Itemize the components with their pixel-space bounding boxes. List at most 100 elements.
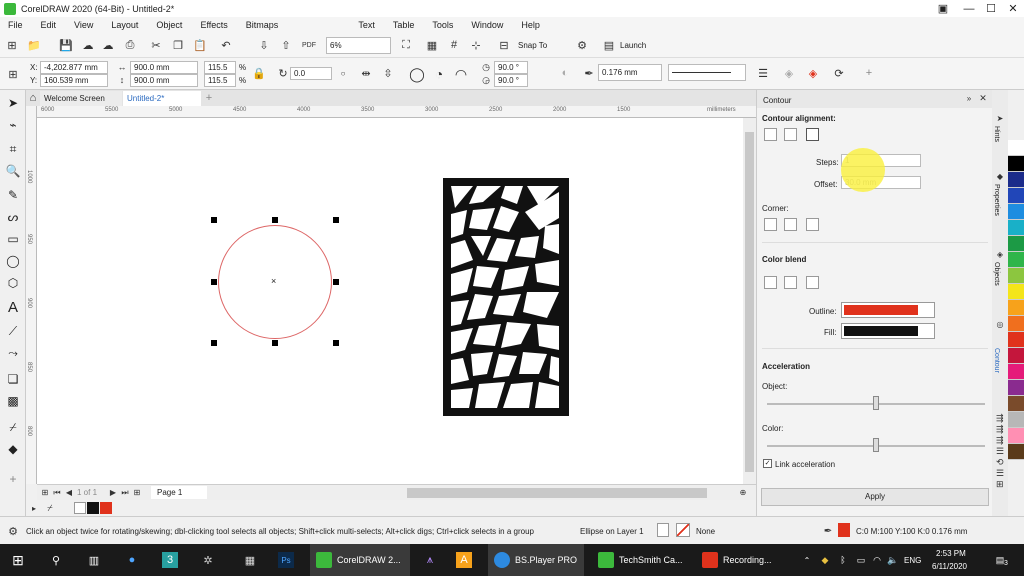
copy-icon[interactable]: ❐: [170, 37, 186, 53]
palette-swatch[interactable]: [1008, 428, 1024, 444]
full-screen-icon[interactable]: ⛶: [398, 37, 414, 53]
calculator-icon[interactable]: ▦: [242, 552, 258, 568]
snap-to-icon[interactable]: ⊟: [496, 37, 512, 53]
tab-contour[interactable]: Contour: [993, 348, 1000, 373]
clock-date[interactable]: 6/11/2020: [932, 562, 967, 571]
paste-icon[interactable]: 📋: [192, 37, 208, 53]
taskbar-techsmith[interactable]: TechSmith Ca...: [592, 544, 688, 576]
connector-tool-icon[interactable]: ⤳: [4, 344, 22, 362]
add-tool-icon[interactable]: +: [4, 470, 22, 488]
volume-icon[interactable]: 🔈: [886, 552, 900, 568]
app-pinned-icon[interactable]: ✲: [200, 552, 216, 568]
palette-swatch[interactable]: [1008, 348, 1024, 364]
x-position-field[interactable]: -4,202.877 mm: [40, 61, 108, 74]
palette-menu-icon[interactable]: ▸: [28, 501, 40, 515]
palette-swatch[interactable]: [1008, 220, 1024, 236]
drop-shadow-tool-icon[interactable]: ❏: [4, 370, 22, 388]
show-rulers-icon[interactable]: ▦: [424, 37, 440, 53]
home-icon[interactable]: ⌂: [26, 91, 40, 105]
snap-to-dropdown[interactable]: Snap To: [518, 41, 547, 50]
crop-tool-icon[interactable]: ⌗: [4, 140, 22, 158]
docker-tool-icons[interactable]: ⇶ ⇶ ⇶ ☰ ⟲ ☰ ⊞: [993, 396, 1007, 506]
rectangle-tool-icon[interactable]: ▭: [4, 230, 22, 248]
fill-indicator[interactable]: [657, 523, 669, 537]
palette-swatch[interactable]: [1008, 284, 1024, 300]
text-tool-icon[interactable]: A: [4, 298, 22, 316]
new-document-icon[interactable]: ⊞: [4, 37, 20, 53]
settings-gear-icon[interactable]: ⚙: [6, 524, 20, 538]
inside-contour-button[interactable]: [784, 128, 797, 141]
menu-bitmaps[interactable]: Bitmaps: [246, 20, 279, 30]
export-icon[interactable]: ⇧: [278, 37, 294, 53]
palette-swatch[interactable]: [1008, 300, 1024, 316]
outline-width-dropdown[interactable]: 0.176 mm: [598, 64, 662, 81]
scale-width-field[interactable]: 115.5: [204, 61, 236, 74]
polygon-tool-icon[interactable]: ⬡: [4, 274, 22, 292]
rotation-center-icon[interactable]: ○: [338, 66, 348, 80]
selection-handle[interactable]: [333, 340, 339, 346]
selection-handle[interactable]: [211, 279, 217, 285]
menu-file[interactable]: File: [8, 20, 23, 30]
scroll-thumb[interactable]: [745, 132, 754, 472]
palette-swatch[interactable]: [1008, 156, 1024, 172]
zoom-level-dropdown[interactable]: 6%: [326, 37, 391, 54]
wrap-text-icon[interactable]: ☰: [756, 66, 770, 80]
ellipse-tool-icon[interactable]: ◯: [4, 252, 22, 270]
pick-tool-icon[interactable]: ➤: [4, 94, 22, 112]
menu-effects[interactable]: Effects: [200, 20, 227, 30]
close-docker-icon[interactable]: ✕: [977, 92, 989, 104]
object-slider-knob[interactable]: [873, 396, 879, 410]
palette-swatch[interactable]: [1008, 268, 1024, 284]
show-guidelines-icon[interactable]: ⊹: [468, 37, 484, 53]
tab-hints[interactable]: Hints: [993, 126, 1000, 142]
selection-handle[interactable]: [272, 340, 278, 346]
to-center-button[interactable]: [764, 128, 777, 141]
line-style-dropdown[interactable]: [668, 64, 746, 81]
round-corner-button[interactable]: [784, 218, 797, 231]
cut-icon[interactable]: ✂: [148, 37, 164, 53]
add-page-after-icon[interactable]: ⊞: [131, 486, 143, 499]
first-page-icon[interactable]: ⏮: [51, 486, 63, 499]
color-slider-knob[interactable]: [873, 438, 879, 452]
wifi-icon[interactable]: ◠: [870, 552, 884, 568]
previous-page-icon[interactable]: ◀: [63, 486, 75, 499]
taskbar-bsplayer[interactable]: BS.Player PRO: [488, 544, 584, 576]
next-page-icon[interactable]: ▶: [107, 486, 119, 499]
import-icon[interactable]: ⇩: [256, 37, 272, 53]
start-angle-field[interactable]: 90.0 °: [494, 61, 528, 74]
mirror-vertical-icon[interactable]: ⇳: [380, 66, 396, 80]
ellipse-shape-icon[interactable]: ◯: [408, 65, 426, 83]
change-direction-icon[interactable]: ◐: [558, 66, 572, 80]
object-origin-icon[interactable]: ⊞: [4, 65, 22, 83]
tab-welcome-screen[interactable]: Welcome Screen: [40, 91, 122, 106]
linear-blend-button[interactable]: [764, 276, 777, 289]
palette-swatch[interactable]: [1008, 236, 1024, 252]
taskbar-recording[interactable]: Recording...: [696, 544, 786, 576]
selection-handle[interactable]: [333, 279, 339, 285]
menu-layout[interactable]: Layout: [111, 20, 138, 30]
new-tab-icon[interactable]: +: [202, 91, 216, 105]
show-grid-icon[interactable]: #: [446, 37, 462, 53]
tab-untitled-2[interactable]: Untitled-2*: [123, 91, 201, 106]
windows-start-icon[interactable]: ⊞: [10, 552, 26, 568]
launch-dropdown[interactable]: Launch: [620, 41, 646, 50]
menu-text[interactable]: Text: [358, 20, 375, 30]
taskbar-coreldraw[interactable]: CorelDRAW 2...: [310, 544, 410, 576]
palette-swatch[interactable]: [1008, 444, 1024, 460]
selection-handle[interactable]: [272, 217, 278, 223]
outline-color-indicator[interactable]: [838, 523, 850, 537]
search-icon[interactable]: ⚲: [48, 552, 64, 568]
outline-color-picker[interactable]: [841, 302, 935, 318]
mirror-horizontal-icon[interactable]: ⇹: [358, 66, 374, 80]
no-color-swatch[interactable]: [74, 502, 86, 514]
to-front-icon[interactable]: ◈: [782, 66, 796, 80]
download-cloud-icon[interactable]: ☁: [100, 37, 116, 53]
palette-swatch[interactable]: [1008, 252, 1024, 268]
arc-shape-icon[interactable]: ◠: [452, 65, 470, 83]
palette-swatch[interactable]: [1008, 316, 1024, 332]
menu-window[interactable]: Window: [471, 20, 503, 30]
network-icon[interactable]: ▭: [854, 552, 868, 568]
zoom-tool-icon[interactable]: 🔍: [4, 162, 22, 180]
selection-handle[interactable]: [211, 340, 217, 346]
palette-swatch[interactable]: [1008, 332, 1024, 348]
